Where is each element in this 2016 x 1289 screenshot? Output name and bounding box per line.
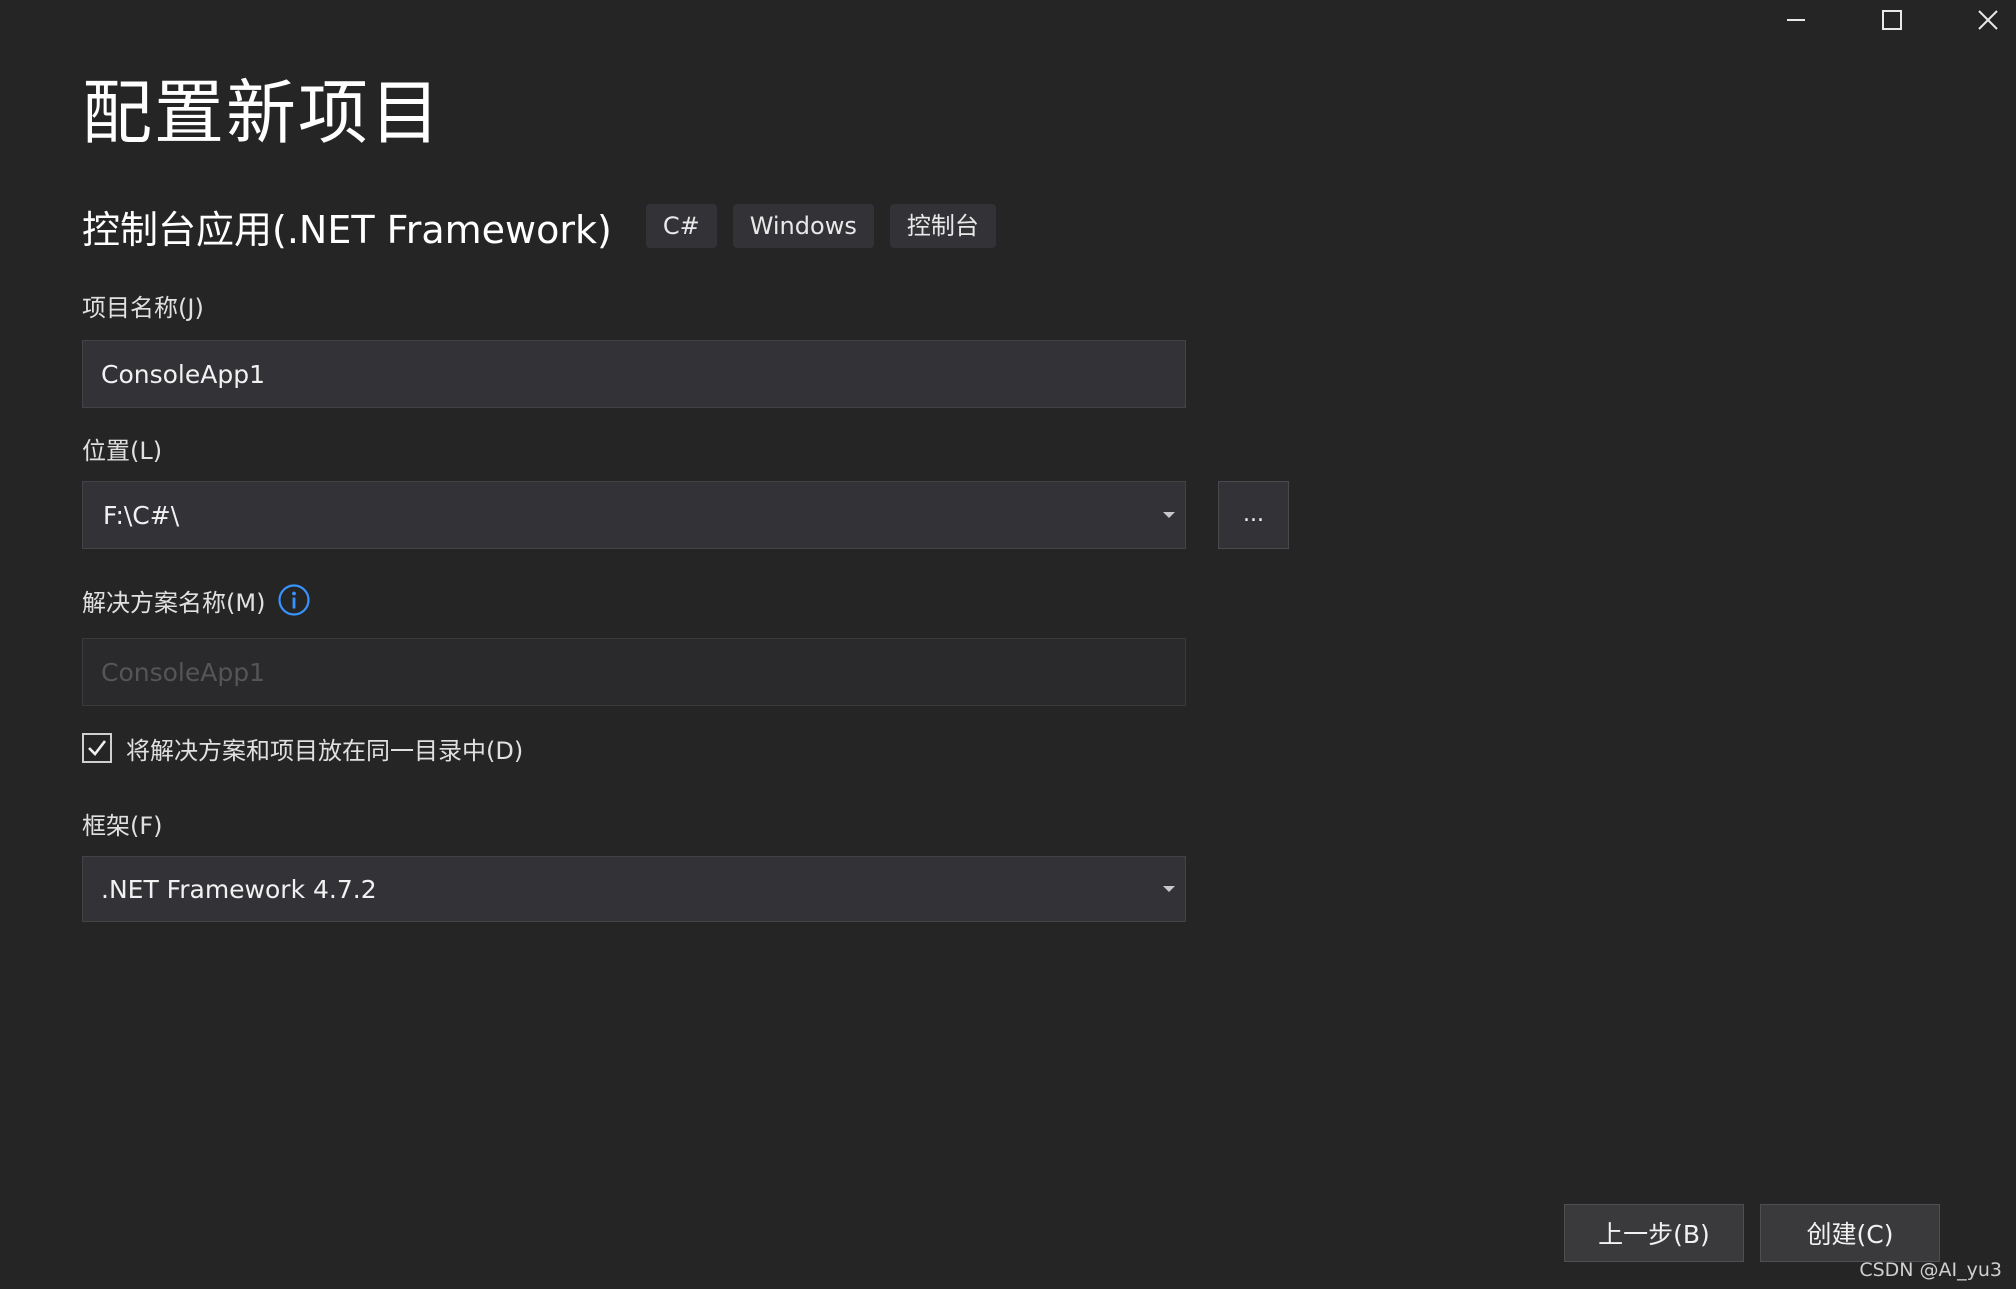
watermark: CSDN @AI_yu3 — [1859, 1259, 2002, 1281]
same-directory-option[interactable]: 将解决方案和项目放在同一目录中(D) — [82, 728, 523, 768]
template-name: 控制台应用(.NET Framework) — [82, 207, 612, 252]
same-directory-checkbox[interactable] — [82, 733, 112, 763]
back-button[interactable]: 上一步(B) — [1564, 1204, 1744, 1262]
minimize-icon — [1787, 19, 1805, 21]
maximize-icon — [1882, 10, 1902, 30]
page-title: 配置新项目 — [82, 72, 442, 154]
location-combobox[interactable]: F:\C#\ — [82, 481, 1186, 549]
close-icon — [1978, 10, 1998, 30]
chevron-down-icon[interactable] — [1163, 512, 1175, 518]
info-icon[interactable] — [277, 583, 311, 617]
maximize-button[interactable] — [1860, 0, 1924, 40]
browse-location-button[interactable]: ... — [1218, 481, 1289, 549]
same-directory-label: 将解决方案和项目放在同一目录中(D) — [126, 736, 524, 765]
create-button[interactable]: 创建(C) — [1760, 1204, 1940, 1262]
close-button[interactable] — [1956, 0, 2016, 40]
project-name-value: ConsoleApp1 — [101, 359, 265, 389]
checkmark-icon — [88, 740, 107, 756]
solution-name-value: ConsoleApp1 — [101, 657, 265, 687]
project-name-input[interactable]: ConsoleApp1 — [82, 340, 1186, 408]
solution-name-label-row: 解决方案名称(M) — [82, 582, 311, 618]
solution-name-label: 解决方案名称(M) — [82, 588, 266, 617]
project-name-label: 项目名称(J) — [82, 294, 204, 322]
location-value: F:\C#\ — [103, 500, 180, 530]
location-label: 位置(L) — [82, 437, 163, 465]
solution-name-input[interactable]: ConsoleApp1 — [82, 638, 1186, 706]
tag-language: C# — [645, 204, 717, 248]
tag-project-type: 控制台 — [889, 204, 996, 248]
framework-value: .NET Framework 4.7.2 — [101, 874, 377, 904]
minimize-button[interactable] — [1764, 0, 1828, 40]
framework-label: 框架(F) — [82, 812, 163, 840]
tag-platform: Windows — [732, 204, 874, 248]
framework-combobox[interactable]: .NET Framework 4.7.2 — [82, 856, 1186, 922]
chevron-down-icon[interactable] — [1163, 886, 1175, 892]
template-header: 控制台应用(.NET Framework) C# Windows 控制台 — [82, 198, 1012, 254]
